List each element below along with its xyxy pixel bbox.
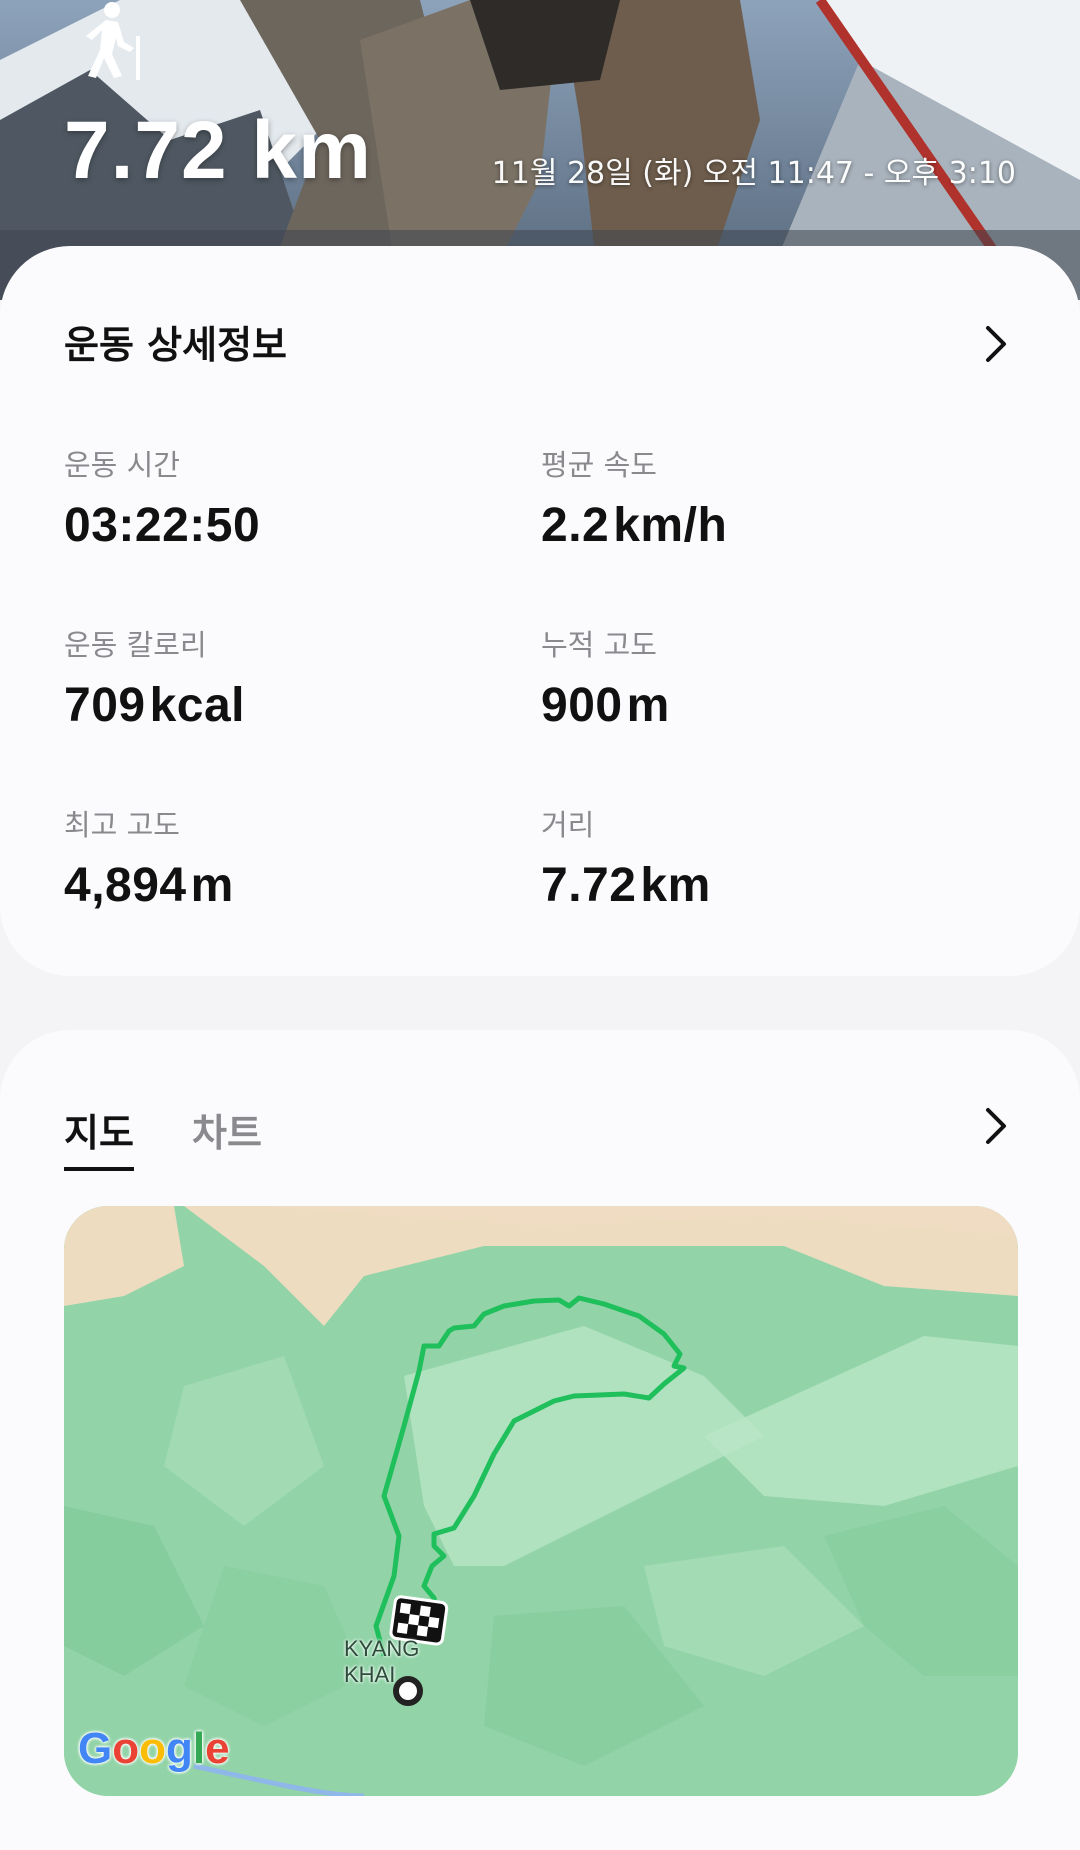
route-map[interactable]: KYANG KHAI Google — [64, 1206, 1018, 1796]
stat-value: 2.2km/h — [541, 499, 728, 552]
hero-distance: 7.72 km — [64, 105, 372, 196]
stat-elevation-gain: 누적 고도 900m — [541, 622, 961, 733]
stat-value: 900m — [541, 679, 670, 732]
workout-details-card: 운동 상세정보 운동 시간 03:22:50 평균 속도 2.2km/h 운동 … — [0, 246, 1080, 976]
stat-label: 최고 고도 — [64, 808, 180, 842]
stat-value: 03:22:50 — [64, 499, 261, 552]
details-title: 운동 상세정보 — [64, 323, 287, 367]
map-card: 지도 차트 KYANG KHAI Google — [0, 1030, 1080, 1850]
stat-duration: 운동 시간 03:22:50 — [64, 442, 484, 553]
workout-time-range: 11월 28일 (화) 오전 11:47 - 오후 3:10 — [491, 156, 1016, 191]
google-attribution-logo: Google — [78, 1724, 230, 1773]
map-terrain — [64, 1206, 1018, 1796]
chevron-right-icon[interactable] — [984, 324, 1008, 364]
tab-map[interactable]: 지도 — [64, 1102, 134, 1171]
stat-max-altitude: 최고 고도 4,894m — [64, 802, 484, 913]
stat-distance: 거리 7.72km — [541, 802, 961, 913]
stat-calories: 운동 칼로리 709kcal — [64, 622, 484, 733]
stat-label: 거리 — [541, 808, 595, 842]
map-place-label: KYANG KHAI — [344, 1636, 420, 1687]
stat-label: 누적 고도 — [541, 628, 657, 662]
stat-value: 709kcal — [64, 679, 246, 732]
stat-label: 운동 시간 — [64, 448, 180, 482]
stat-value: 7.72km — [541, 859, 711, 912]
stat-avg-speed: 평균 속도 2.2km/h — [541, 442, 961, 553]
stat-value: 4,894m — [64, 859, 234, 912]
hiker-icon — [86, 2, 140, 80]
stat-label: 평균 속도 — [541, 448, 657, 482]
tab-chart[interactable]: 차트 — [192, 1102, 262, 1157]
chevron-right-icon[interactable] — [984, 1106, 1008, 1146]
stat-label: 운동 칼로리 — [64, 628, 207, 662]
